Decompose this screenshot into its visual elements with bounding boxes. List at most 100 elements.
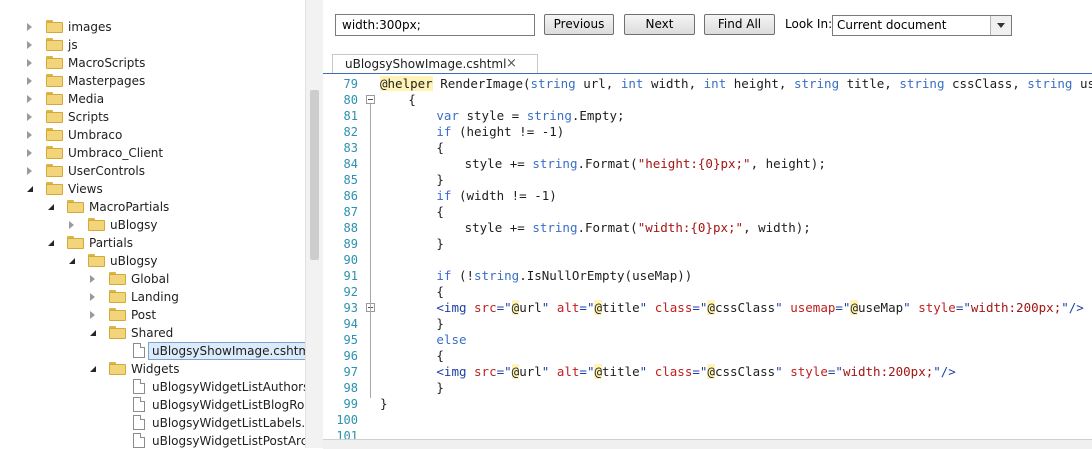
file-icon [133, 379, 145, 394]
code-token: string [1027, 76, 1073, 91]
tree-folder-item[interactable]: Scripts [0, 108, 305, 126]
tree-folder-item[interactable]: Media [0, 90, 305, 108]
line-number: 89 [343, 237, 358, 251]
collapsed-arrow-icon[interactable] [90, 275, 95, 283]
collapsed-arrow-icon[interactable] [90, 311, 95, 319]
code-token: =" [692, 300, 708, 315]
find-input[interactable] [335, 14, 535, 36]
tree-item-label: uBlogsyShowImage.cshtml [148, 342, 305, 360]
code-text: if (height != -1) [436, 124, 564, 140]
look-in-dropdown[interactable]: Current document [832, 15, 1012, 36]
collapsed-arrow-icon[interactable] [69, 221, 74, 229]
expanded-arrow-icon[interactable] [48, 240, 54, 246]
tree-folder-item[interactable]: UserControls [0, 162, 305, 180]
find-previous-button[interactable]: Previous [544, 14, 614, 35]
code-text: { [436, 348, 444, 364]
tree-folder-item[interactable]: Global [0, 270, 305, 288]
code-text: { [436, 284, 444, 300]
collapse-region-icon[interactable] [366, 95, 375, 104]
code-line: 95 else [323, 332, 1092, 348]
code-token: string [532, 156, 578, 171]
folder-icon [46, 164, 63, 177]
code-token: if [436, 268, 452, 283]
line-number: 94 [343, 317, 358, 331]
code-token: usemap [790, 300, 836, 315]
collapsed-arrow-icon[interactable] [27, 23, 32, 31]
expanded-arrow-icon[interactable] [90, 330, 96, 336]
find-next-button[interactable]: Next [624, 14, 695, 35]
tree-folder-item[interactable]: Umbraco [0, 126, 305, 144]
code-line: 100 [323, 412, 1092, 428]
collapsed-arrow-icon[interactable] [27, 113, 32, 121]
line-number: 81 [343, 109, 358, 123]
find-all-button[interactable]: Find All [704, 14, 775, 35]
collapsed-arrow-icon[interactable] [27, 131, 32, 139]
expanded-arrow-icon[interactable] [27, 186, 33, 192]
code-line: 82 if (height != -1) [323, 124, 1092, 140]
tree-folder-item[interactable]: Shared [0, 324, 305, 342]
code-editor[interactable]: 79 @helper RenderImage(string url, int wi… [323, 74, 1092, 448]
tree-file-item[interactable]: uBlogsyWidgetListAuthors.c [0, 378, 305, 396]
tree-folder-item[interactable]: js [0, 36, 305, 54]
code-token: "/> [1061, 300, 1084, 315]
tree-folder-item[interactable]: MacroScripts [0, 54, 305, 72]
code-token: <img [436, 300, 467, 315]
tree-item-label: Partials [89, 236, 133, 250]
tree-file-item[interactable]: uBlogsyWidgetListLabels.csh [0, 414, 305, 432]
collapsed-arrow-icon[interactable] [27, 77, 32, 85]
code-line: 92 { [323, 284, 1092, 300]
code-token: } [436, 172, 444, 187]
code-token: useMap) [1079, 76, 1092, 91]
tree-folder-item[interactable]: MacroPartials [0, 198, 305, 216]
tree-folder-item[interactable]: Views [0, 180, 305, 198]
folder-icon [88, 254, 105, 267]
code-token: url [519, 364, 542, 379]
editor-tab-strip: uBlogsyShowImage.cshtml × [323, 48, 1092, 75]
tree-file-item[interactable]: uBlogsyWidgetListPostArchi [0, 432, 305, 448]
expanded-arrow-icon[interactable] [69, 258, 75, 264]
line-number: 90 [343, 253, 358, 267]
code-text: { [436, 140, 444, 156]
close-icon[interactable]: × [506, 56, 517, 71]
file-icon [133, 415, 145, 430]
tree-folder-item[interactable]: Umbraco_Client [0, 144, 305, 162]
tree-folder-item[interactable]: Landing [0, 288, 305, 306]
code-line: 91 if (!string.IsNullOrEmpty(useMap)) [323, 268, 1092, 284]
code-token: @ [850, 300, 858, 315]
tree-folder-item[interactable]: uBlogsy [0, 252, 305, 270]
tree-folder-item[interactable]: images [0, 18, 305, 36]
expanded-arrow-icon[interactable] [90, 366, 96, 372]
line-number: 99 [343, 397, 358, 411]
folder-icon [46, 20, 63, 33]
code-token: style [790, 364, 828, 379]
folder-icon [109, 362, 126, 375]
tree-item-label: Global [131, 272, 170, 286]
tree-item-label: Umbraco [68, 128, 123, 142]
folder-icon [46, 56, 63, 69]
tree-folder-item[interactable]: Widgets [0, 360, 305, 378]
tree-file-item[interactable]: uBlogsyShowImage.cshtml [0, 342, 305, 360]
chevron-down-icon[interactable] [990, 16, 1011, 35]
tree-file-item[interactable]: uBlogsyWidgetListBlogRoll.c [0, 396, 305, 414]
tree-scrollbar-thumb[interactable] [310, 90, 319, 260]
collapsed-arrow-icon[interactable] [27, 149, 32, 157]
tree-folder-item[interactable]: Masterpages [0, 72, 305, 90]
tree-folder-item[interactable]: Post [0, 306, 305, 324]
collapsed-arrow-icon[interactable] [27, 167, 32, 175]
collapsed-arrow-icon[interactable] [27, 41, 32, 49]
line-number: 95 [343, 333, 358, 347]
tree-folder-item[interactable]: Partials [0, 234, 305, 252]
expanded-arrow-icon[interactable] [48, 204, 54, 210]
collapsed-arrow-icon[interactable] [27, 95, 32, 103]
code-token: } [436, 380, 444, 395]
tree-folder-item[interactable]: uBlogsy [0, 216, 305, 234]
tree-item-label: uBlogsy [110, 218, 158, 232]
collapsed-arrow-icon[interactable] [90, 293, 95, 301]
collapsed-arrow-icon[interactable] [27, 59, 32, 67]
code-token: alt [556, 364, 580, 379]
tree-scrollbar[interactable] [305, 0, 323, 448]
code-line: 94} [323, 316, 1092, 332]
tab-ublogsyshowimage[interactable]: uBlogsyShowImage.cshtml × [332, 54, 538, 74]
code-token: style += [464, 220, 533, 235]
